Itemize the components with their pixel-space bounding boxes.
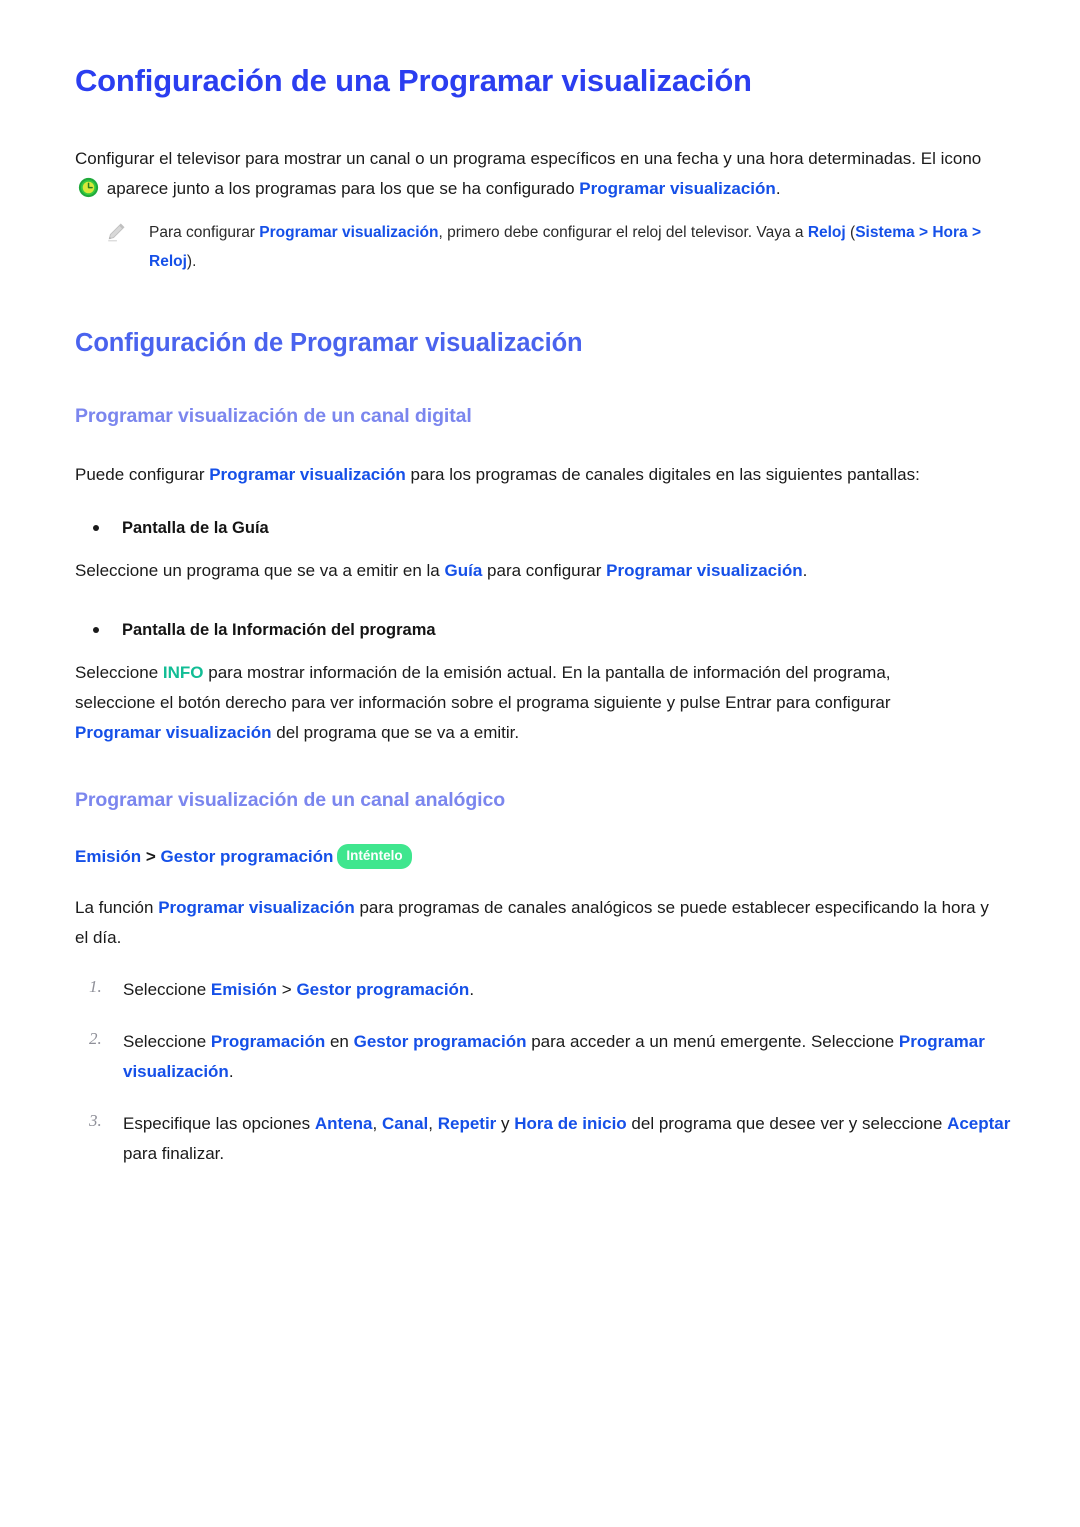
note-part-1: Para configurar [149, 224, 255, 242]
page-title: Configuración de una Programar visualiza… [75, 63, 752, 98]
path-separator-icon: > [145, 847, 156, 866]
bullet-label-info-programa: Pantalla de la Información del programa [122, 620, 436, 639]
note-paren-close: ). [186, 253, 197, 271]
note-keyword-1: Programar visualización [259, 224, 439, 242]
step2-t4: . [228, 1062, 234, 1081]
step2-keyword-programacion: Programación [210, 1032, 326, 1051]
pencil-note-icon [105, 221, 127, 243]
note-keyword-sistema: Sistema [855, 224, 915, 242]
digital-intro-keyword: Programar visualización [209, 464, 406, 484]
analog-intro-part-1: La función [75, 898, 154, 917]
subsection-heading-digital: Programar visualización de un canal digi… [75, 405, 472, 428]
schedule-clock-icon [78, 177, 99, 198]
list-item: 1. Seleccione Emisión > Gestor programac… [75, 975, 1030, 1005]
bullet-dot-icon [93, 524, 99, 531]
digital-intro-part-1: Puede configurar [75, 464, 205, 484]
note-keyword-reloj-2: Reloj [149, 253, 187, 271]
bullet-body-guia: Seleccione un programa que se va a emiti… [75, 556, 965, 586]
menu-path-line: Emisión > Gestor programación Inténtelo [75, 843, 1030, 871]
keyword-programar-visualizacion-info: Programar visualización [75, 722, 272, 742]
step-text-1: Seleccione Emisión > Gestor programación… [123, 975, 1030, 1005]
analog-steps-list: 1. Seleccione Emisión > Gestor programac… [75, 975, 1030, 1169]
step3-keyword-canal: Canal [381, 1114, 429, 1133]
intro-text-before-icon: Configurar el televisor para mostrar un … [75, 149, 982, 169]
step1-t1: Seleccione [123, 980, 207, 999]
step-text-3: Especifique las opciones Antena, Canal, … [123, 1109, 1030, 1169]
note-separator-2: > [971, 224, 982, 242]
guia-text-2: para configurar [487, 560, 602, 580]
bullet-body-info-programa: Seleccione INFO para mostrar información… [75, 658, 965, 748]
path-item-emision[interactable]: Emisión [75, 847, 141, 866]
note-part-2: , primero debe configurar el reloj del t… [438, 224, 804, 242]
keyword-programar-visualizacion: Programar visualización [579, 179, 776, 199]
step1-keyword-emision: Emisión [210, 980, 278, 999]
step2-keyword-gestor: Gestor programación [353, 1032, 527, 1051]
bullet-dot-icon [93, 626, 99, 633]
step1-keyword-gestor: Gestor programación [296, 980, 470, 999]
list-item: Pantalla de la Información del programa [75, 616, 1030, 644]
keyword-programar-visualizacion-guia: Programar visualización [606, 560, 803, 580]
document-page: Configuración de una Programar visualiza… [0, 0, 1080, 1527]
analog-intro-keyword: Programar visualización [158, 898, 355, 917]
digital-screens-list: Pantalla de la Guía Seleccione un progra… [75, 514, 1030, 748]
step3-keyword-antena: Antena [314, 1114, 373, 1133]
step3-t3: , [428, 1114, 433, 1133]
info-text-3: del programa que se va a emitir. [276, 722, 520, 742]
step-marker-1: 1. [89, 977, 102, 996]
step2-t1: Seleccione [123, 1032, 207, 1051]
intro-paragraph: Configurar el televisor para mostrar un … [75, 144, 1005, 204]
note-keyword-reloj: Reloj [807, 224, 846, 242]
intro-text-after-icon: aparece junto a los programas para los q… [106, 179, 575, 199]
list-item: 2. Seleccione Programación en Gestor pro… [75, 1027, 1030, 1087]
intro-text-period: . [775, 179, 781, 199]
list-item: Pantalla de la Guía [75, 514, 1030, 542]
step3-keyword-aceptar: Aceptar [947, 1114, 1011, 1133]
guia-text-1: Seleccione un programa que se va a emiti… [75, 560, 440, 580]
step2-t2: en [329, 1032, 349, 1051]
keyword-info: INFO [162, 662, 204, 682]
step3-t4: y [501, 1114, 510, 1133]
step-marker-2: 2. [89, 1029, 102, 1048]
bullet-label-guia: Pantalla de la Guía [122, 518, 269, 537]
digital-intro-part-2: para los programas de canales digitales … [410, 464, 920, 484]
step3-t6: para finalizar. [123, 1144, 225, 1163]
try-it-badge[interactable]: Inténtelo [337, 844, 412, 869]
step3-t2: , [372, 1114, 378, 1133]
note-block: Para configurar Programar visualización,… [99, 218, 1030, 276]
step3-keyword-repetir: Repetir [437, 1114, 497, 1133]
note-text: Para configurar Programar visualización,… [149, 218, 1030, 276]
step-marker-3: 3. [89, 1111, 102, 1130]
step1-separator: > [281, 980, 292, 999]
subsection-heading-analog: Programar visualización de un canal anal… [75, 788, 506, 811]
step1-t3: . [469, 980, 475, 999]
step3-keyword-hora-inicio: Hora de inicio [514, 1114, 627, 1133]
section-heading: Configuración de Programar visualización [75, 329, 583, 358]
step3-t1: Especifique las opciones [123, 1114, 311, 1133]
note-keyword-hora: Hora [932, 224, 968, 242]
step-text-2: Seleccione Programación en Gestor progra… [123, 1027, 1030, 1087]
analog-intro-paragraph: La función Programar visualización para … [75, 893, 1005, 953]
step3-t5: del programa que desee ver y seleccione [631, 1114, 943, 1133]
keyword-guia: Guía [444, 560, 483, 580]
note-separator-1: > [918, 224, 929, 242]
guia-text-3: . [802, 560, 808, 580]
list-item: 3. Especifique las opciones Antena, Cana… [75, 1109, 1030, 1169]
step2-t3: para acceder a un menú emergente. Selecc… [531, 1032, 895, 1051]
path-item-gestor-programacion[interactable]: Gestor programación [161, 847, 334, 866]
info-text-1: Seleccione [75, 662, 159, 682]
digital-intro-paragraph: Puede configurar Programar visualización… [75, 460, 1005, 490]
